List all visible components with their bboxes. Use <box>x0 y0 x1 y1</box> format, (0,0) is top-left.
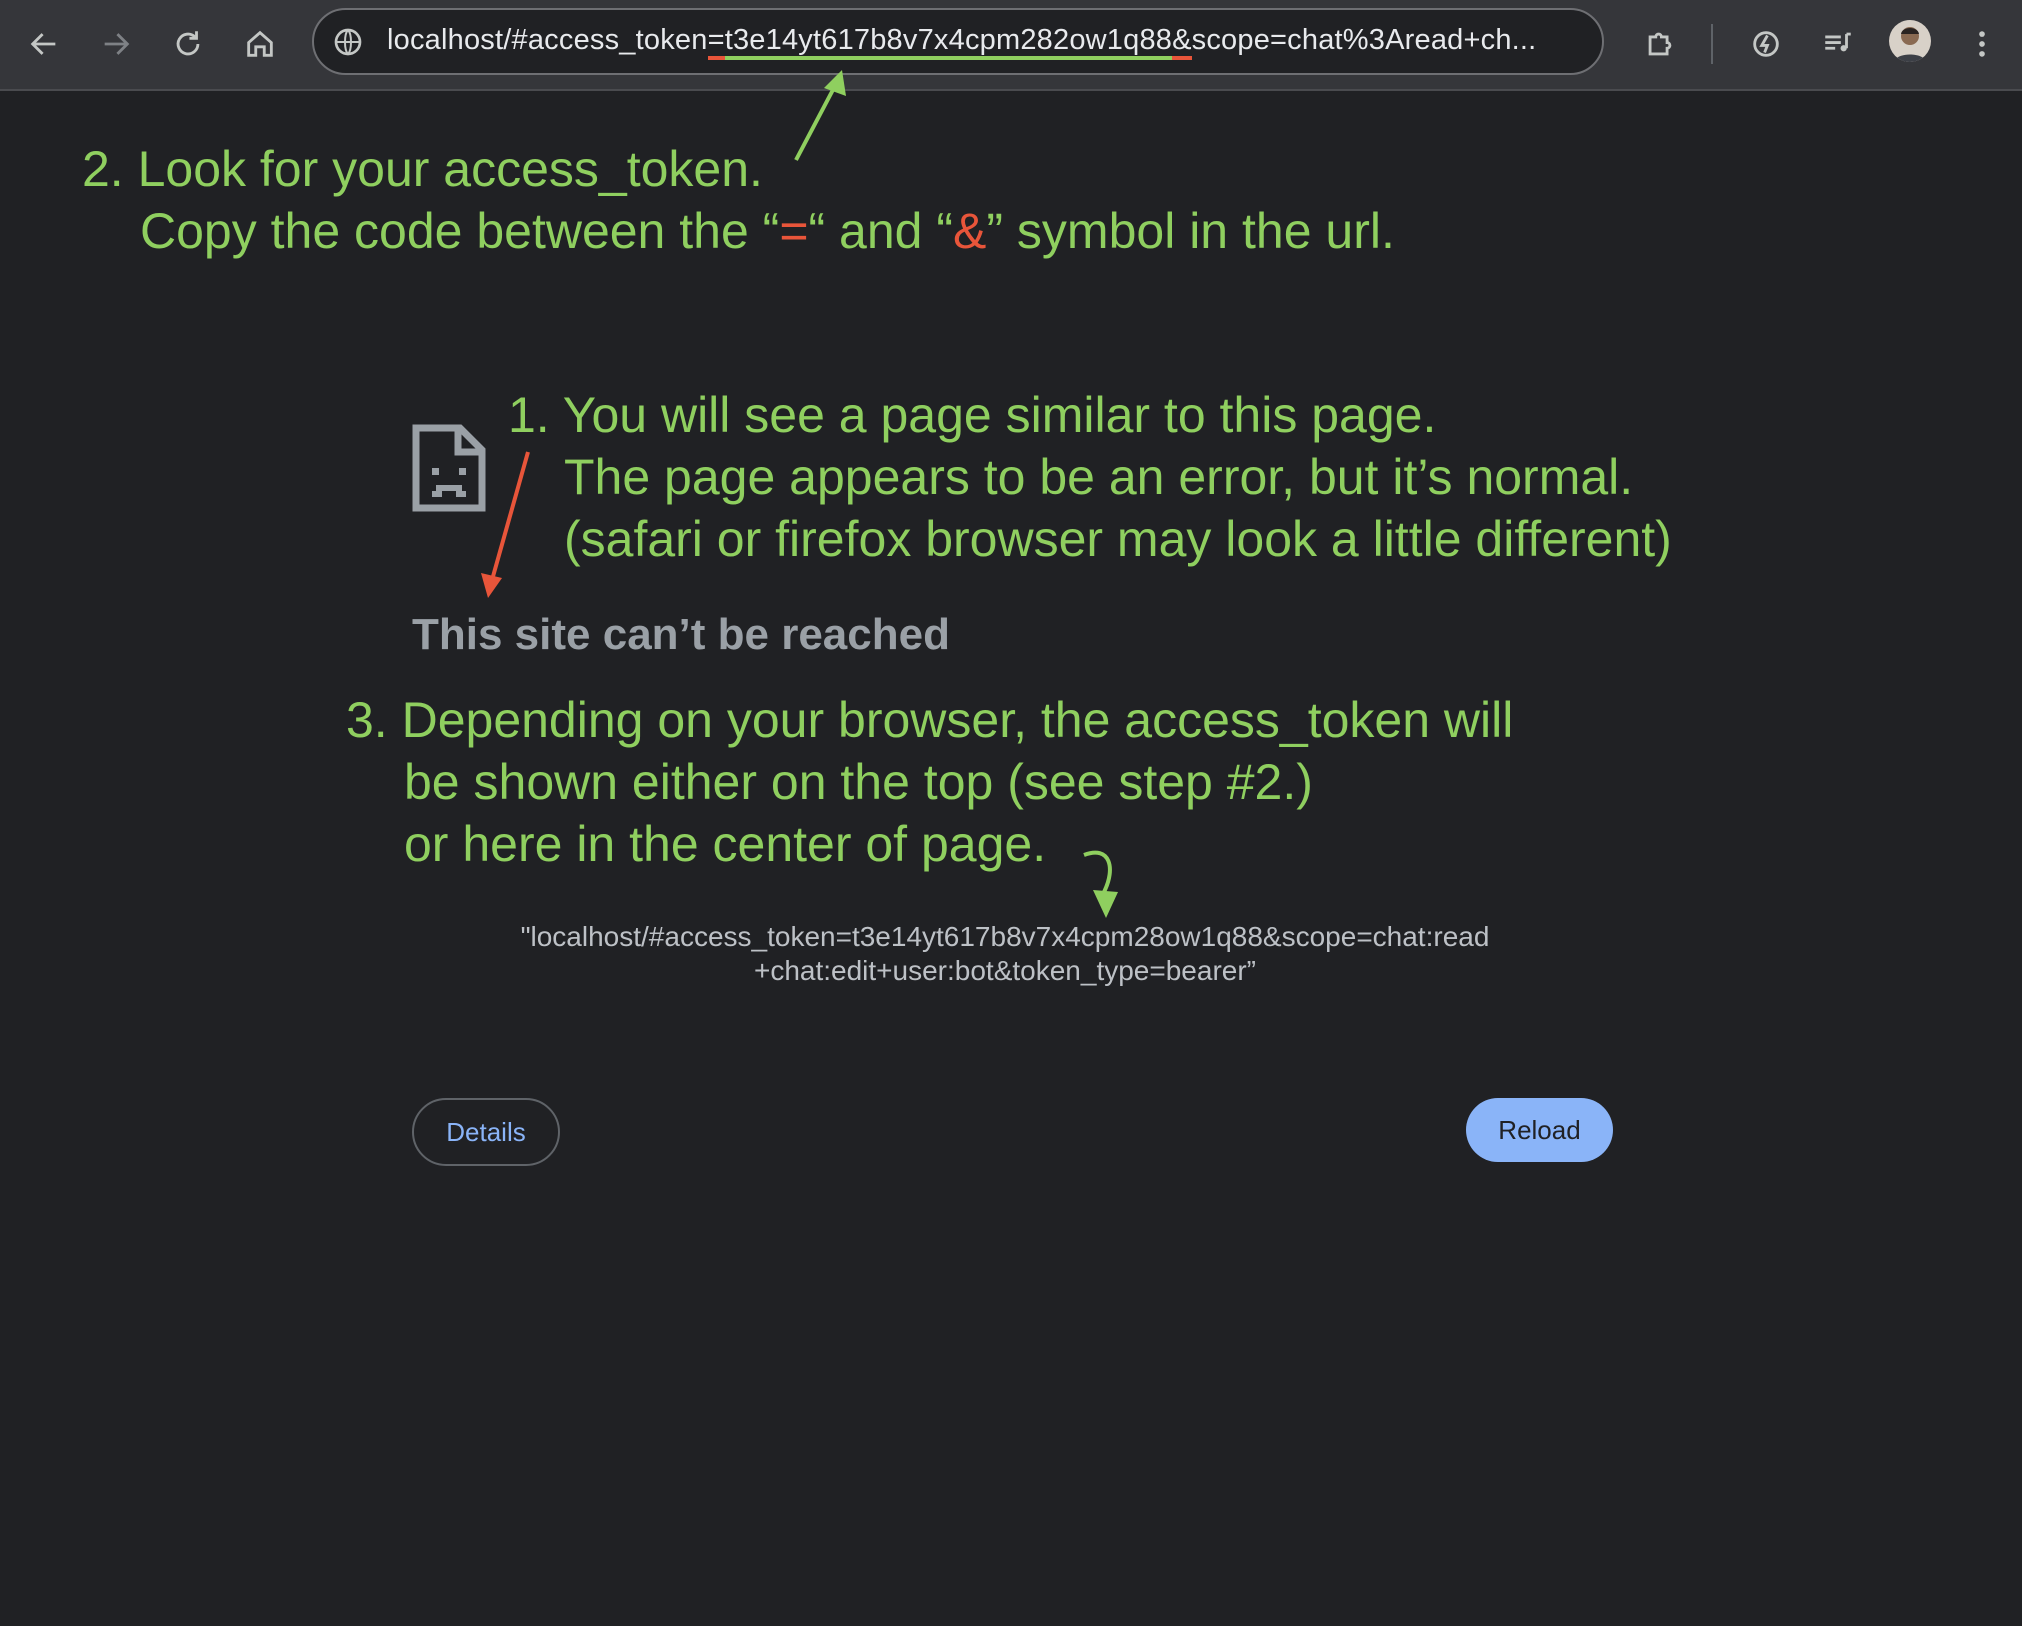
reload-icon <box>176 31 200 56</box>
url-text[interactable]: localhost/#access_token=t3e14yt617b8v7x4… <box>387 24 1536 60</box>
performance-icon <box>1753 31 1779 57</box>
forward-button[interactable] <box>90 18 142 70</box>
back-button[interactable] <box>18 18 70 70</box>
step2-line2: Copy the code between the “=“ and “&” sy… <box>140 203 1395 259</box>
step2-ampersand: & <box>953 203 987 259</box>
site-info-icon[interactable] <box>332 26 364 58</box>
reload-button[interactable] <box>162 18 214 70</box>
step2-line1: 2. Look for your access_token. <box>82 141 763 197</box>
step1-line1: 1. You will see a page similar to this p… <box>508 387 1437 443</box>
step3-arrow <box>1083 850 1118 918</box>
reload-page-button[interactable]: Reload <box>1466 1098 1613 1162</box>
step3-line3: or here in the center of page. <box>404 816 1047 872</box>
media-queue-icon <box>1825 32 1851 52</box>
forward-icon <box>104 33 130 55</box>
toolbar-separator <box>1711 24 1713 64</box>
performance-button[interactable] <box>1740 18 1792 70</box>
step1-line3: (safari or firefox browser may look a li… <box>564 511 1672 567</box>
details-button[interactable]: Details <box>412 1098 560 1166</box>
browser-toolbar: localhost/#access_token=t3e14yt617b8v7x4… <box>0 0 2022 91</box>
access-token-text: "localhost/#access_token=t3e14yt617b8v7x… <box>400 920 1610 988</box>
token-line-2: +chat:edit+user:bot&token_type=bearer” <box>753 955 1256 986</box>
step3-line2: be shown either on the top (see step #2.… <box>404 754 1313 810</box>
url-ampersand: & <box>1172 24 1192 60</box>
url-access-token: t3e14yt617b8v7x4cpm282ow1q88 <box>724 24 1173 60</box>
step2-equals: = <box>779 203 809 259</box>
back-icon <box>30 33 56 55</box>
home-button[interactable] <box>234 18 286 70</box>
token-line-1: "localhost/#access_token=t3e14yt617b8v7x… <box>520 921 1490 952</box>
media-queue-button[interactable] <box>1812 18 1864 70</box>
extensions-icon <box>1648 32 1672 56</box>
profile-avatar[interactable] <box>1889 20 1931 62</box>
more-menu-icon <box>1979 31 1985 57</box>
home-icon <box>247 30 273 57</box>
address-bar[interactable]: localhost/#access_token=t3e14yt617b8v7x4… <box>312 8 1604 75</box>
extensions-button[interactable] <box>1634 18 1686 70</box>
step3-line1: 3. Depending on your browser, the access… <box>346 692 1514 748</box>
step1-arrow <box>481 451 530 598</box>
error-heading: This site can’t be reached <box>412 610 950 659</box>
step1-line2: The page appears to be an error, but it’… <box>564 449 1634 505</box>
url-equals-sign: = <box>707 24 725 60</box>
more-menu-button[interactable] <box>1956 18 2008 70</box>
sad-page-icon <box>412 424 486 512</box>
